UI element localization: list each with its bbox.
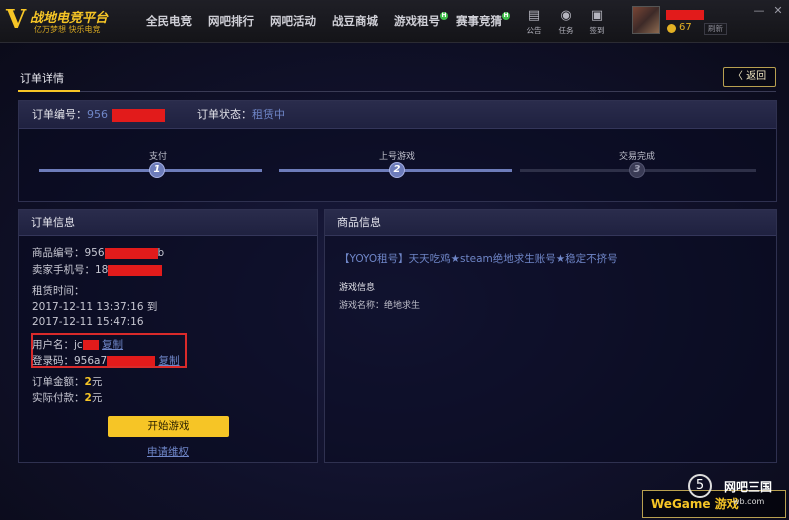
- rent-time-label: 租赁时间：: [32, 285, 85, 297]
- main-content: 订单详情 〈 返回 订单编号：956 订单状态：租赁中 支付 上号游戏 交易完成…: [0, 43, 789, 520]
- avatar[interactable]: [632, 6, 660, 34]
- minimize-button[interactable]: —: [752, 4, 766, 18]
- step-circle-3: 3: [629, 162, 645, 178]
- app-logo[interactable]: V 战地电竞平台 亿万梦想 快乐电竞: [6, 5, 136, 37]
- username-redacted: [666, 10, 704, 20]
- site-watermark-text: 网吧三国: [724, 480, 773, 494]
- close-button[interactable]: ✕: [771, 4, 785, 18]
- nav-item-cafe-events[interactable]: 网吧活动: [262, 0, 324, 43]
- nav-item-bean-mall[interactable]: 战豆商城: [324, 0, 386, 43]
- tab-order-details[interactable]: 订单详情: [20, 70, 64, 86]
- checkin-button[interactable]: ▣ 签到: [582, 8, 612, 36]
- coin-icon: [667, 24, 676, 33]
- order-status-row: 订单编号：956 订单状态：租赁中: [19, 101, 776, 129]
- rent-start: 2017-12-11 13:37:16 到: [32, 301, 158, 313]
- order-id: 订单编号：956: [32, 101, 165, 129]
- notice-icon: ▤: [527, 8, 541, 23]
- step-circle-1: 1: [149, 162, 165, 178]
- order-info-title: 订单信息: [19, 210, 317, 236]
- refresh-button[interactable]: 刷新: [704, 23, 727, 35]
- copy-login-code-link[interactable]: 复制: [159, 355, 180, 367]
- calendar-check-icon: ▣: [590, 8, 604, 23]
- task-button[interactable]: ◉ 任务: [551, 8, 581, 36]
- logo-v-icon: V: [6, 5, 27, 35]
- main-nav: 全民电竞 网吧排行 网吧活动 战豆商城 游戏租号 H 赛事竞猜 H: [138, 0, 510, 43]
- tab-active-indicator: [18, 90, 80, 92]
- appeal-link[interactable]: 申请维权: [147, 444, 189, 459]
- nav-item-national-esports[interactable]: 全民电竞: [138, 0, 200, 43]
- tab-divider: [18, 91, 776, 92]
- hot-badge: H: [502, 12, 510, 20]
- nav-item-cafe-ranking[interactable]: 网吧排行: [200, 0, 262, 43]
- order-amount-line: 订单金额：2元: [32, 376, 103, 388]
- copy-username-link[interactable]: 复制: [102, 339, 123, 351]
- rent-end: 2017-12-11 15:47:16: [32, 316, 144, 328]
- redaction: [111, 108, 165, 122]
- step-label-login-game: 上号游戏: [379, 152, 416, 162]
- hot-badge: H: [440, 12, 448, 20]
- logo-slogan: 亿万梦想 快乐电竞: [34, 25, 101, 34]
- product-info-title: 商品信息: [325, 210, 776, 236]
- paid-amount-line: 实际付款：2元: [32, 392, 103, 404]
- product-id-line: 商品编号：956 b: [32, 247, 165, 259]
- nav-item-game-rental[interactable]: 游戏租号 H: [386, 0, 448, 43]
- top-bar: V 战地电竞平台 亿万梦想 快乐电竞 全民电竞 网吧排行 网吧活动 战豆商城 游…: [0, 0, 789, 43]
- step-label-pay: 支付: [149, 152, 168, 162]
- site-watermark-url: wb.com: [733, 497, 765, 506]
- site-logo-icon: 5: [688, 474, 712, 498]
- coin-count: 67: [679, 22, 692, 33]
- product-info-panel: 商品信息 【YOYO租号】天天吃鸡★steam绝地求生账号★稳定不挤号 游戏信息…: [324, 209, 777, 463]
- order-progress-panel: 订单编号：956 订单状态：租赁中 支付 上号游戏 交易完成: [18, 100, 777, 215]
- game-name: 游戏名称：绝地求生: [339, 301, 421, 311]
- step-circle-2: 2: [389, 162, 405, 178]
- back-button[interactable]: 〈 返回: [723, 67, 776, 87]
- login-code-line: 登录码：956a7 复制: [32, 355, 180, 367]
- gamepad-icon: ◉: [560, 8, 572, 23]
- nav-item-match-quiz[interactable]: 赛事竞猜 H: [448, 0, 510, 43]
- start-game-button[interactable]: 开始游戏: [108, 416, 229, 437]
- notice-button[interactable]: ▤ 公告: [519, 8, 549, 36]
- order-status: 订单状态：租赁中: [197, 108, 285, 121]
- seller-phone-line: 卖家手机号：18: [32, 262, 163, 277]
- step-label-complete: 交易完成: [619, 152, 656, 162]
- username-line: 用户名：jc 复制: [32, 339, 124, 351]
- order-info-panel: 订单信息 商品编号：956 b 卖家手机号：18 租赁时间： 2017-12-11…: [18, 209, 318, 463]
- product-title-link[interactable]: 【YOYO租号】天天吃鸡★steam绝地求生账号★稳定不挤号: [339, 251, 618, 266]
- game-info-heading: 游戏信息: [339, 283, 376, 293]
